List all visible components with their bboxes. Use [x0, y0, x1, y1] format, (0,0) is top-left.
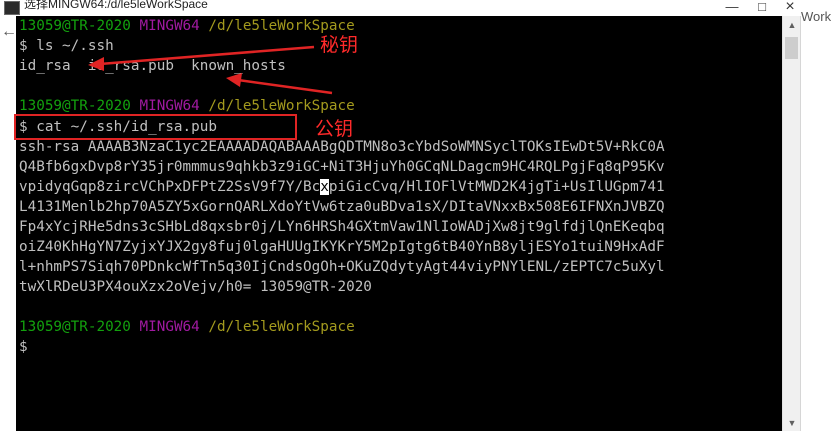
ls-output: id_rsa id_rsa.pub known_hosts	[19, 58, 286, 74]
window-titlebar: 选择MINGW64:/d/le5leWorkSpace — □ ×	[0, 0, 831, 16]
background-window-left: ←	[0, 16, 17, 431]
background-window-text: WorkSpace	[801, 9, 831, 24]
prompt-user: 13059@TR-2020	[19, 319, 131, 335]
prompt-line: 13059@TR-2020 MINGW64 /d/le5leWorkSpace	[19, 16, 355, 36]
prompt-shell: MINGW64	[139, 98, 200, 114]
pubkey-line: ssh-rsa AAAAB3NzaC1yc2EAAAADAQABAAABgQDT…	[19, 139, 665, 155]
public-key-command-highlight	[14, 114, 297, 140]
pubkey-line: vpidyqGqp8zircVChPxDFPtZ2SsV9f7Y/BcxpiGi…	[19, 177, 665, 197]
pubkey-line: L4131Menlb2hp70A5ZY5xGornQARLXdoYtVw6tza…	[19, 199, 665, 215]
prompt-path: /d/le5leWorkSpace	[208, 319, 355, 335]
arrow-left-icon[interactable]: ←	[1, 24, 17, 40]
pubkey-line: oiZ40KhHgYN7ZyjxYJX2gy8fuj0lgaHUUgIKYKrY…	[19, 239, 665, 255]
prompt-shell: MINGW64	[139, 319, 200, 335]
public-key-annotation: 公钥	[315, 118, 354, 140]
input-prompt[interactable]: $	[19, 337, 28, 357]
prompt-user: 13059@TR-2020	[19, 18, 131, 34]
scroll-down-arrow[interactable]: ▼	[786, 417, 798, 429]
terminal-app-icon	[4, 1, 20, 15]
pubkey-text: piGicCvq/HlIOFlVtMWD2K4jgTi+UsIlUGpm741	[328, 179, 665, 195]
command-ls: $ ls ~/.ssh	[19, 38, 114, 54]
prompt-path: /d/le5leWorkSpace	[208, 18, 355, 34]
prompt-line: 13059@TR-2020 MINGW64 /d/le5leWorkSpace	[19, 96, 355, 116]
pubkey-line: twXlRDeU3PX4ouXzx2oVejv/h0= 13059@TR-202…	[19, 279, 372, 295]
pubkey-line: Fp4xYcjRHe5dns3cSHbLd8qxsbr0j/LYn6HRSh4G…	[19, 219, 665, 235]
prompt-path: /d/le5leWorkSpace	[208, 98, 355, 114]
text-cursor: x	[320, 179, 329, 195]
maximize-button[interactable]: □	[748, 0, 776, 16]
minimize-button[interactable]: —	[718, 0, 746, 16]
prompt-line: 13059@TR-2020 MINGW64 /d/le5leWorkSpace	[19, 317, 355, 337]
scroll-up-arrow[interactable]: ▲	[786, 19, 798, 31]
close-button[interactable]: ×	[776, 0, 804, 16]
prompt-user: 13059@TR-2020	[19, 98, 131, 114]
prompt-shell: MINGW64	[139, 18, 200, 34]
pubkey-line: Q4Bfb6gxDvp8rY35jr0mmmus9qhkb3z9iGC+NiT3…	[19, 159, 665, 175]
background-window-right	[800, 16, 831, 431]
scrollbar-thumb[interactable]	[785, 37, 798, 59]
private-key-annotation: 秘钥	[320, 34, 359, 56]
vertical-scrollbar[interactable]: ▲ ▼	[782, 16, 801, 431]
window-title: 选择MINGW64:/d/le5leWorkSpace	[24, 0, 208, 11]
pubkey-line: l+nhmPS7Siqh70PDnkcWfTn5q30IjCndsOgOh+OK…	[19, 259, 665, 275]
pubkey-text: vpidyqGqp8zircVChPxDFPtZ2SsV9f7Y/Bc	[19, 179, 321, 195]
terminal-output[interactable]: 13059@TR-2020 MINGW64 /d/le5leWorkSpace …	[16, 16, 782, 431]
